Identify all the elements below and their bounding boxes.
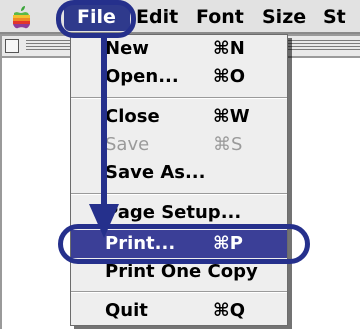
menu-item-shortcut: ⌘W <box>213 106 250 127</box>
menu-item-open[interactable]: Open... ⌘O <box>71 63 287 91</box>
menu-item-shortcut: ⌘N <box>213 38 245 59</box>
menu-item-label: Print One Copy <box>105 261 258 282</box>
menu-item-label: Open... <box>105 66 179 87</box>
menu-item-label: Save <box>105 134 150 155</box>
menu-item-print-one-copy[interactable]: Print One Copy <box>71 258 287 286</box>
menu-item-shortcut: ⌘S <box>213 134 243 155</box>
menu-item-close[interactable]: Close ⌘W <box>71 103 287 131</box>
menu-item-save-as[interactable]: Save As... <box>71 159 287 187</box>
menu-separator <box>71 291 287 293</box>
menu-file-label: File <box>77 6 116 28</box>
apple-logo-icon[interactable] <box>11 5 32 29</box>
menu-style-truncated[interactable]: St <box>323 4 346 30</box>
menu-font[interactable]: Font <box>196 4 244 30</box>
file-menu-dropdown: New ⌘N Open... ⌘O Close ⌘W Save ⌘S Save … <box>70 34 288 326</box>
menu-item-shortcut: ⌘P <box>213 233 243 254</box>
menu-item-save: Save ⌘S <box>71 131 287 159</box>
menu-item-print[interactable]: Print... ⌘P <box>71 230 287 258</box>
menu-item-page-setup[interactable]: Page Setup... <box>71 199 287 227</box>
close-box-icon[interactable] <box>5 39 19 53</box>
menu-item-shortcut: ⌘Q <box>213 300 246 321</box>
menu-bar: File Edit Font Size St <box>0 0 360 34</box>
menu-edit[interactable]: Edit <box>136 4 178 30</box>
menu-item-label: New <box>105 38 149 59</box>
menu-item-new[interactable]: New ⌘N <box>71 35 287 63</box>
menu-file[interactable]: File <box>64 3 130 31</box>
menu-separator <box>71 193 287 195</box>
menu-item-label: Print... <box>105 233 176 254</box>
menu-item-label: Page Setup... <box>105 202 242 223</box>
menu-item-quit[interactable]: Quit ⌘Q <box>71 297 287 325</box>
menu-item-label: Quit <box>105 300 148 321</box>
menu-item-label: Save As... <box>105 162 206 183</box>
menu-item-shortcut: ⌘O <box>213 66 246 87</box>
menu-size[interactable]: Size <box>262 4 306 30</box>
menu-separator <box>71 97 287 99</box>
menu-item-label: Close <box>105 106 160 127</box>
